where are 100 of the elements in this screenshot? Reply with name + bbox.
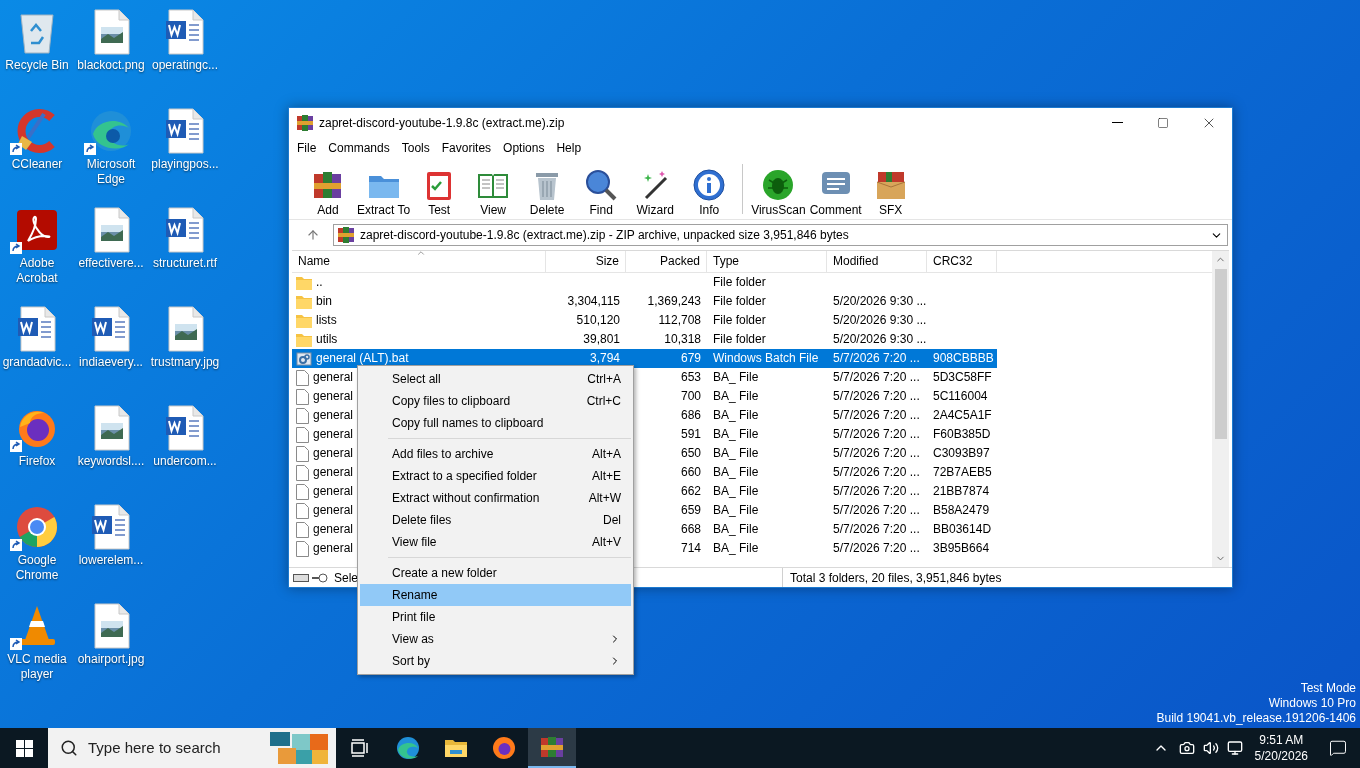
toolbar-button[interactable]: Find — [574, 160, 629, 217]
file-name[interactable]: general — [313, 425, 354, 444]
table-cell-text: 5C116004 — [933, 388, 988, 405]
file-name[interactable]: bin — [316, 292, 332, 311]
file-name[interactable]: general — [313, 482, 354, 501]
toolbar-button[interactable]: View — [466, 160, 521, 217]
clock[interactable]: 9:51 AM 5/20/2026 — [1246, 732, 1316, 764]
toolbar-button[interactable]: Delete — [520, 160, 575, 217]
file-name[interactable]: general — [313, 501, 354, 520]
desktop-icon-label[interactable]: VLC media player — [0, 652, 74, 682]
table-cell-text: BA_ File — [713, 407, 759, 424]
word-document-icon — [165, 207, 205, 253]
file-name[interactable]: general — [313, 368, 354, 387]
column-header[interactable]: CRC32 — [927, 251, 997, 272]
folder-icon — [444, 738, 468, 758]
menu-item[interactable]: Extract to a specified folder Alt+E — [360, 465, 631, 487]
toolbar-button[interactable]: Info — [682, 160, 737, 217]
taskbar-app[interactable] — [528, 728, 576, 768]
table-cell-text: File folder — [713, 274, 766, 291]
column-header[interactable]: Size — [546, 251, 626, 272]
desktop-icon-label[interactable]: Google Chrome — [0, 553, 74, 583]
menu-item[interactable]: View as — [360, 628, 631, 650]
file-name[interactable]: utils — [316, 330, 338, 349]
file-name[interactable]: general — [313, 387, 354, 406]
table-cell-text: 1,369,243 — [647, 293, 701, 310]
desktop-icon-label[interactable]: effectivere... — [77, 256, 145, 271]
menu-item[interactable]: Tools — [395, 138, 436, 158]
desktop-icon-label[interactable]: trustmary.jpg — [149, 355, 221, 370]
menu-item[interactable]: Copy full names to clipboard — [360, 412, 631, 434]
desktop-icon-label[interactable]: keywordsl.... — [76, 454, 146, 469]
desktop-icon-label[interactable]: indiaevery... — [78, 355, 144, 370]
menu-item[interactable]: Select all Ctrl+A — [360, 368, 631, 390]
menu-item[interactable]: Commands — [322, 138, 396, 158]
menu-item[interactable]: View file Alt+V — [360, 531, 631, 553]
file-name[interactable]: general — [313, 520, 354, 539]
column-header[interactable]: Modified — [827, 251, 927, 272]
toolbar-button[interactable]: Test — [412, 160, 467, 217]
table-cell-text: 668 — [680, 521, 701, 538]
desktop-icon-label[interactable]: structuret.rtf — [152, 256, 218, 271]
desktop-icon-label[interactable]: grandadvic... — [1, 355, 73, 370]
desktop-icon-label[interactable]: lowerelem... — [77, 553, 145, 568]
table-cell-text: 3,304,115 — [567, 293, 620, 310]
column-header[interactable]: Name — [292, 251, 546, 272]
table-cell-text: File folder — [713, 312, 766, 329]
column-header[interactable]: Type — [707, 251, 827, 272]
menu-item[interactable]: Copy files to clipboard Ctrl+C — [360, 390, 631, 412]
network-icon[interactable] — [1226, 740, 1243, 756]
menu-item[interactable]: Sort by — [360, 650, 631, 672]
pdf-icon — [14, 207, 60, 253]
table-cell-text: 5D3C58FF — [933, 369, 992, 386]
file-name[interactable]: lists — [316, 311, 337, 330]
desktop-icon-label[interactable]: undercom... — [152, 454, 218, 469]
file-name[interactable]: .. — [316, 273, 323, 292]
table-cell-text: 112,708 — [658, 312, 701, 329]
system-notice: Build 19041.vb_release.191206-1406 — [1156, 711, 1356, 726]
desktop-icon-label[interactable]: CCleaner — [10, 157, 64, 172]
file-icon — [296, 426, 309, 443]
table-cell-text: 10,318 — [664, 331, 701, 348]
camera-icon[interactable] — [1178, 740, 1195, 756]
desktop-icon-label[interactable]: Adobe Acrobat — [0, 256, 74, 286]
toolbar-button[interactable]: Comment — [807, 160, 864, 217]
menu-item[interactable]: Add files to archive Alt+A — [360, 443, 631, 465]
toolbar-button[interactable]: VirusScan — [749, 160, 808, 217]
file-name[interactable]: general — [313, 444, 354, 463]
menu-item[interactable]: File — [291, 138, 323, 158]
desktop-icon-label[interactable]: blackoct.png — [76, 58, 146, 73]
search-field[interactable]: Type here to search — [48, 728, 336, 768]
table-cell-text: F60B385D — [933, 426, 991, 443]
menu-item[interactable]: Extract without confirmation Alt+W — [360, 487, 631, 509]
menu-item[interactable]: Rename — [360, 584, 631, 606]
table-cell-text: 5/7/2026 7:20 ... — [833, 521, 920, 538]
column-header[interactable]: Packed — [626, 251, 707, 272]
volume-icon[interactable] — [1202, 740, 1219, 756]
file-name[interactable]: general — [313, 539, 354, 558]
window-title: zapret-discord-youtube-1.9.8c (extract.me).zip — [319, 115, 565, 132]
desktop-icon-label[interactable]: operatingc... — [150, 58, 219, 73]
table-cell-text: 5/7/2026 7:20 ... — [833, 540, 920, 557]
file-icon — [296, 521, 309, 538]
table-cell-text: 662 — [680, 483, 701, 500]
menu-item[interactable]: Create a new folder — [360, 562, 631, 584]
toolbar-button[interactable]: Add — [301, 160, 355, 217]
word-document-icon — [17, 306, 57, 352]
menu-item[interactable]: Help — [550, 138, 588, 158]
table-cell-text: 510,120 — [576, 312, 620, 329]
toolbar-button[interactable]: Wizard — [628, 160, 683, 217]
desktop-icon-label[interactable]: ohairport.jpg — [76, 652, 146, 667]
address-dropdown[interactable]: zapret-discord-youtube-1.9.8c (extract.me).zip - ZIP archive, unpacked size 3,951,846 bytes — [333, 224, 1228, 246]
file-name[interactable]: general — [313, 463, 354, 482]
desktop-icon-label[interactable]: Recycle Bin — [4, 58, 70, 73]
desktop-icon-label[interactable]: playingpos... — [150, 157, 220, 172]
desktop-icon-label[interactable]: Microsoft Edge — [74, 157, 148, 187]
menu-item[interactable]: Print file — [360, 606, 631, 628]
menu-item[interactable]: Options — [497, 138, 551, 158]
toolbar-button[interactable]: SFX — [863, 160, 918, 217]
toolbar-button[interactable]: Extract To — [355, 160, 413, 217]
menu-item[interactable]: Delete files Del — [360, 509, 631, 531]
menu-item[interactable]: Favorites — [435, 138, 498, 158]
desktop-icon-label[interactable]: Firefox — [17, 454, 57, 469]
up-arrow-icon — [306, 228, 320, 242]
file-name[interactable]: general — [313, 406, 354, 425]
